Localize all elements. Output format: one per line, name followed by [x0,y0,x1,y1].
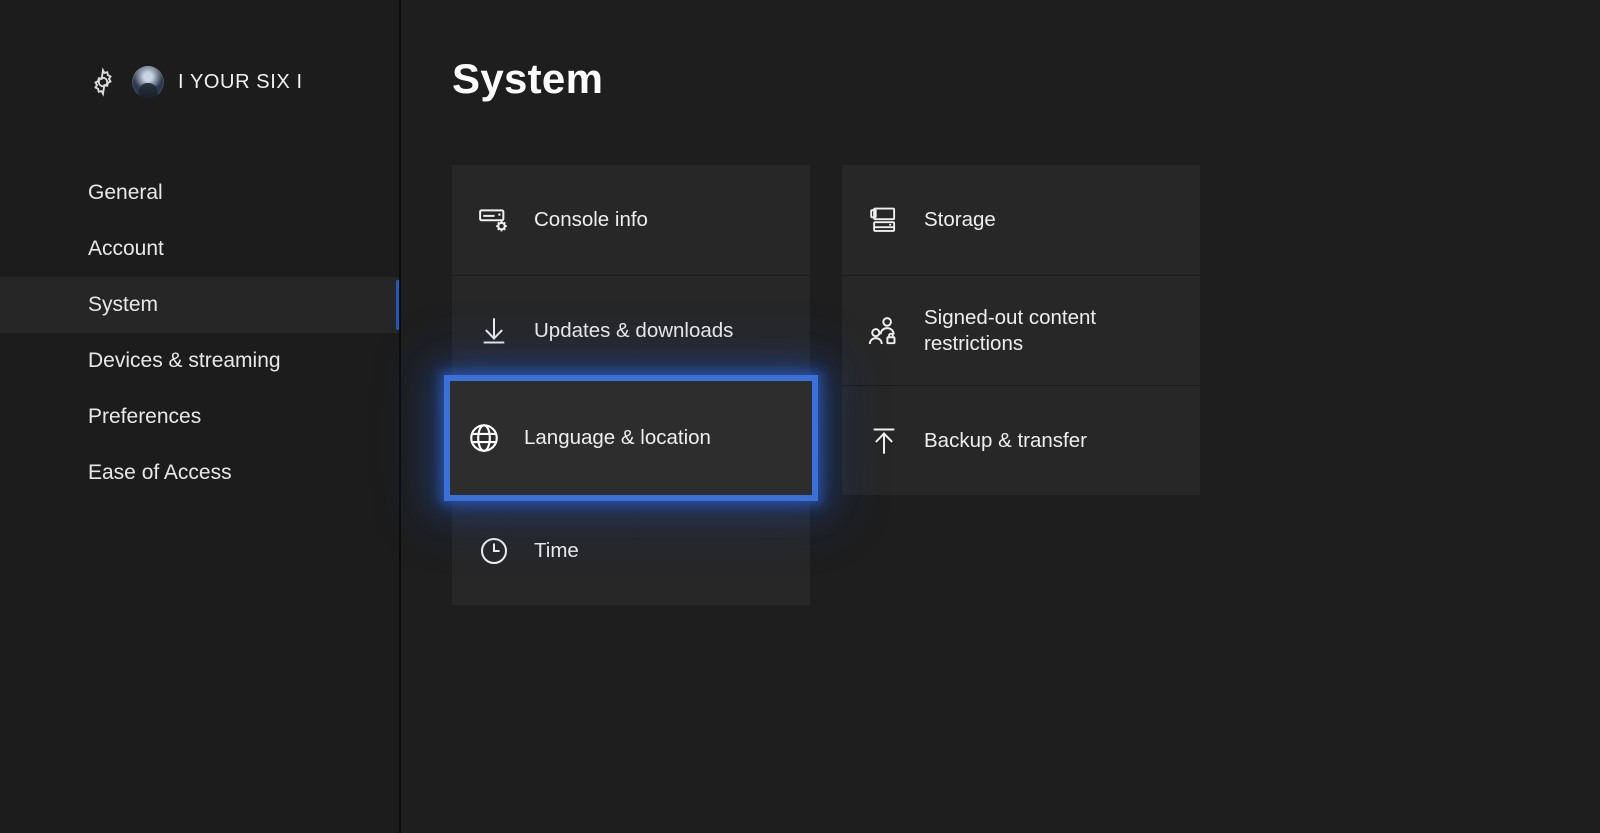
tile-inner: Language & location [450,381,812,495]
sidebar-nav: General Account System Devices & streami… [0,165,400,501]
sidebar-item-label: General [88,181,163,204]
sidebar-item-preferences[interactable]: Preferences [0,389,400,445]
globe-icon [456,421,512,455]
sidebar: I YOUR SIX I General Account System Devi… [0,0,400,833]
sidebar-item-system[interactable]: System [0,277,400,333]
tile-storage[interactable]: Storage [842,165,1200,275]
tile-label: Signed-out content restrictions [924,305,1097,355]
tile-label: Language & location [524,426,711,449]
tile-label: Storage [924,208,996,231]
people-lock-icon [856,314,912,348]
sidebar-item-label: Devices & streaming [88,349,281,372]
console-gear-icon [466,203,522,237]
storage-drives-icon [856,204,912,236]
tile-updates-downloads[interactable]: Updates & downloads [452,275,810,385]
gamertag: I YOUR SIX I [178,70,303,93]
download-arrow-icon [466,315,522,347]
tile-backup-transfer[interactable]: Backup & transfer [842,385,1200,495]
tile-label: Console info [534,208,648,231]
profile-row[interactable]: I YOUR SIX I [88,60,303,104]
sidebar-item-label: Ease of Access [88,461,232,484]
sidebar-item-devices-streaming[interactable]: Devices & streaming [0,333,400,389]
sidebar-item-ease-of-access[interactable]: Ease of Access [0,445,400,501]
tile-label: Time [534,538,579,562]
tile-language-location[interactable]: Language & location [444,375,818,501]
sidebar-item-label: Preferences [88,405,202,428]
tile-console-info[interactable]: Console info [452,165,810,275]
gear-icon[interactable] [88,67,118,97]
sidebar-item-account[interactable]: Account [0,221,400,277]
tile-label: Backup & transfer [924,428,1087,452]
sidebar-item-general[interactable]: General [0,165,400,221]
tile-signed-out-content-restrictions[interactable]: Signed-out content restrictions [842,275,1200,385]
sidebar-item-label: System [88,293,159,316]
sidebar-item-label: Account [88,237,164,260]
avatar[interactable] [132,66,164,98]
tile-label: Updates & downloads [534,318,734,342]
page-title: System [452,55,604,102]
tile-time[interactable]: Time [452,495,810,605]
clock-icon [466,535,522,567]
upload-arrow-icon [856,425,912,457]
tile-column-2: Storage Signed-out content restrictions [842,165,1200,495]
main-content: System Console info Updates & downloads … [401,0,1600,833]
